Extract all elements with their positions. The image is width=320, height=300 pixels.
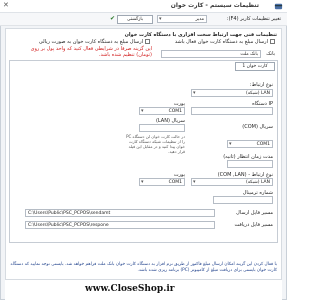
watermark: www.CloseShop.ir <box>85 284 175 294</box>
user-select[interactable]: مدیر ▾ <box>157 15 207 23</box>
ip-field[interactable] <box>191 107 273 115</box>
bank-label: بانک <box>266 51 275 57</box>
footer-note: با فعال کردن این گزینه امکان ارسال مبلغ … <box>10 262 277 273</box>
check-icon[interactable]: ✔ <box>110 15 115 22</box>
back-button[interactable]: بازگشتی <box>117 15 153 24</box>
chevron-down-icon: ▾ <box>141 179 144 185</box>
receive-path-field[interactable]: C:\Users\Public\PSC_PCPOS\respone <box>25 221 215 229</box>
serial-note: در حالت کارت خوان لن دستگاه PC را از تنظ… <box>126 134 185 154</box>
rial-hint: این گزینه صرفا در شرایطی فعال کنید که وا… <box>30 46 152 58</box>
section-header: تنظیمات فنی جهت ارتباط سخت افزاری با دست… <box>124 32 277 38</box>
title-bar: تنظیمات سیستم - کارت خوان ✕ <box>0 0 287 13</box>
send-amount-checkbox[interactable] <box>270 39 275 44</box>
watermark-bar: www.CloseShop.ir <box>5 280 282 300</box>
send-path-label: مسیر فایل ارسال <box>236 210 273 216</box>
chevron-down-icon: ▾ <box>193 179 196 185</box>
close-icon[interactable]: ✕ <box>3 1 9 9</box>
chevron-down-icon: ▾ <box>141 108 144 114</box>
connection-type-select[interactable]: LAN (شبکه) ▾ <box>191 89 273 97</box>
send-amount-label: ارسال مبلغ به دستگاه کارت خوان فعال باشد <box>174 39 268 45</box>
terminal-field[interactable] <box>213 196 273 204</box>
bank-field[interactable]: بانک ملت <box>161 50 261 58</box>
send-rial-checkbox[interactable] <box>145 39 150 44</box>
port-2-select[interactable]: COM1 ▾ <box>139 178 185 186</box>
com-select[interactable]: COM1 ▾ <box>227 140 273 148</box>
send-rial-label: ارسال مبلغ به دستگاه کارت خوان به صورت ر… <box>38 39 143 45</box>
chevron-down-icon: ▾ <box>229 141 232 147</box>
receive-path-label: مسیر فایل دریافت <box>234 222 273 228</box>
chevron-down-icon: ▾ <box>193 90 196 96</box>
user-settings-label: تغییر تنظیمات کاربر (F4): <box>226 16 281 22</box>
port-select[interactable]: COM1 ▾ <box>139 107 185 115</box>
connection-type-label: نوع ارتباط: <box>249 82 273 88</box>
send-path-field[interactable]: C:\Users\Public\PSC_PCPOS\sendamt <box>25 209 215 217</box>
tab-card-reader-1[interactable]: کارت خوان 1 <box>235 62 275 71</box>
com-serial-label: سریال (COM) <box>242 124 273 130</box>
card-reader-icon <box>274 3 283 10</box>
chevron-down-icon: ▾ <box>159 16 162 22</box>
serial-lan-field[interactable] <box>139 124 185 132</box>
timeout-field[interactable] <box>227 160 273 168</box>
window-title: تنظیمات سیستم - کارت خوان <box>170 2 259 9</box>
connection-type-2-select[interactable]: LAN (شبکه) ▾ <box>191 178 273 186</box>
toolbar: تغییر تنظیمات کاربر (F4): مدیر ▾ بازگشتی … <box>0 13 287 26</box>
